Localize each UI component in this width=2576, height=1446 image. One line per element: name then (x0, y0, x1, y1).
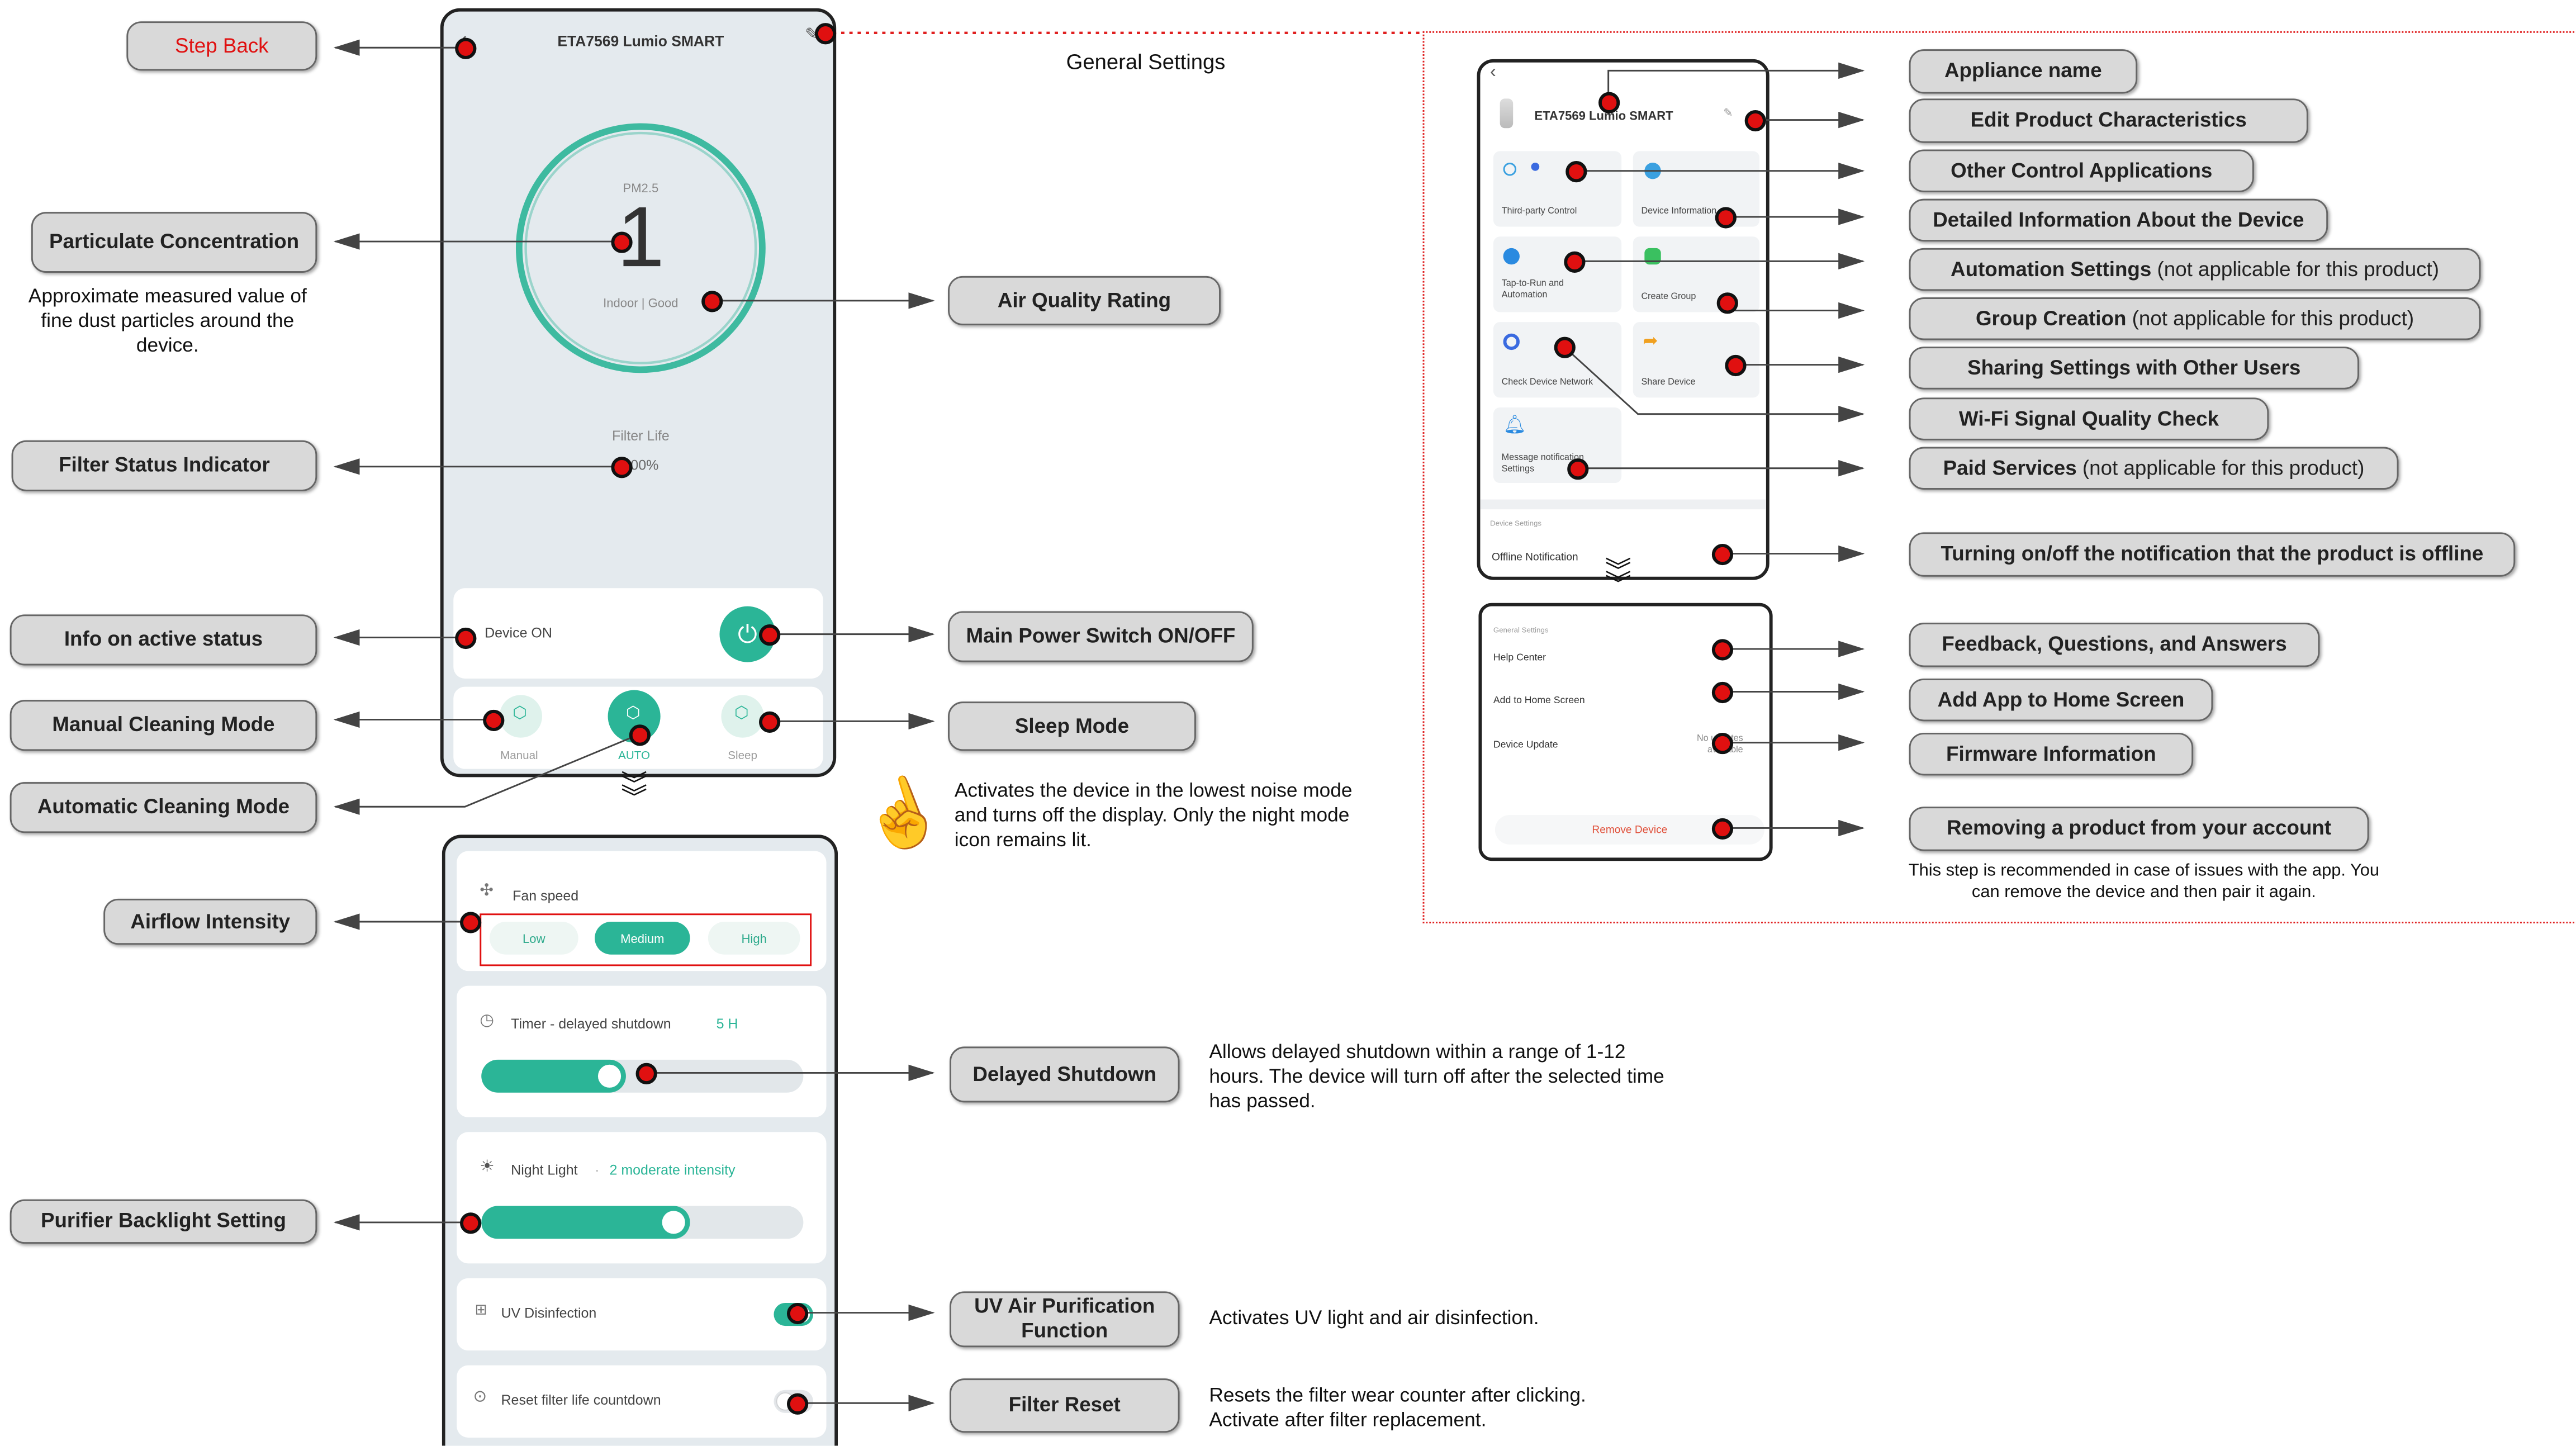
connector-lines (333, 31, 1865, 1411)
